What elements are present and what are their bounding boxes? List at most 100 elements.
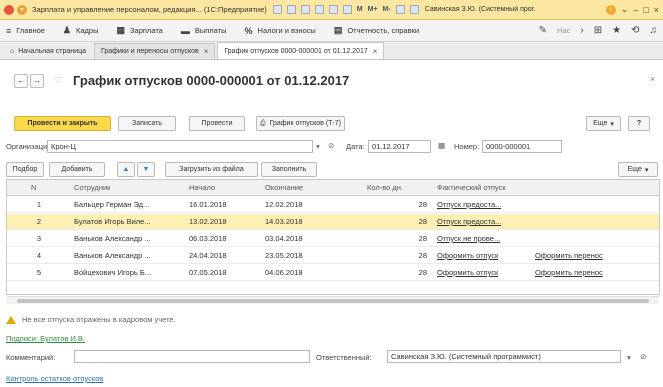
scrollbar-thumb[interactable] bbox=[17, 299, 649, 303]
search-menu[interactable]: Нас bbox=[557, 26, 570, 35]
column-actual-vacation[interactable]: Фактический отпуск bbox=[437, 180, 506, 196]
number-field[interactable]: 0000-000001 bbox=[482, 140, 562, 153]
column-days[interactable]: Кол-во дн. bbox=[367, 180, 403, 196]
column-end[interactable]: Окончание bbox=[265, 180, 303, 196]
actual-vacation-link[interactable]: Отпуск предоста... bbox=[437, 214, 501, 230]
dropdown-icon[interactable]: ▾ bbox=[627, 353, 631, 362]
close-icon[interactable]: × bbox=[654, 5, 659, 15]
tool-icon[interactable] bbox=[300, 5, 310, 14]
minimize-icon[interactable]: – bbox=[633, 5, 638, 15]
memory-button[interactable]: M bbox=[357, 6, 363, 13]
vacation-balance-link[interactable]: Контроль остатков отпусков bbox=[6, 374, 103, 383]
table-row[interactable]: 2 Булатов Игорь Виле... 13.02.2018 14.03… bbox=[7, 214, 659, 230]
all-functions-icon[interactable]: ⊞ bbox=[594, 25, 602, 36]
tool-icon[interactable] bbox=[342, 5, 352, 14]
forward-button[interactable]: → bbox=[30, 74, 44, 88]
chevron-right-icon[interactable]: › bbox=[580, 25, 583, 36]
post-and-close-button[interactable]: Провести и закрыть bbox=[14, 116, 111, 131]
select-button[interactable]: Подбор bbox=[6, 162, 44, 177]
calendar-icon[interactable]: ▦ bbox=[438, 141, 445, 150]
menu-item-main[interactable]: ≡ Главное bbox=[6, 26, 45, 36]
menu-item-taxes[interactable]: % Налоги и взносы bbox=[245, 26, 316, 36]
fill-button[interactable]: Заполнить bbox=[261, 162, 317, 177]
open-link-icon[interactable]: ⊘ bbox=[640, 352, 646, 361]
close-icon[interactable]: × bbox=[650, 74, 655, 84]
signatures-link[interactable]: Подписи: Булатов И.В. bbox=[6, 334, 85, 343]
table-row[interactable]: 3 Ваньков Александр ... 06.03.2018 03.04… bbox=[7, 231, 659, 247]
menu-item-payments[interactable]: ▬ Выплаты bbox=[181, 26, 227, 36]
comment-field[interactable] bbox=[74, 350, 310, 363]
history-icon[interactable]: ⟲ bbox=[631, 25, 639, 36]
column-start[interactable]: Начало bbox=[189, 180, 215, 196]
table-row[interactable]: 5 Войцехович Игорь Б... 07.05.2018 04.06… bbox=[7, 265, 659, 281]
transfer-link[interactable]: Оформить перенос bbox=[535, 265, 603, 281]
percent-icon: % bbox=[244, 25, 253, 36]
organization-field[interactable]: Крон-Ц bbox=[47, 140, 313, 153]
cell-days: 28 bbox=[418, 200, 427, 209]
menu-label: Кадры bbox=[76, 26, 99, 35]
tab-label: Графики и переносы отпусков bbox=[100, 48, 199, 55]
menu-item-salary[interactable]: ▦ Зарплата bbox=[116, 25, 162, 36]
table-more-button[interactable]: Еще ▾ bbox=[618, 162, 658, 177]
help-button[interactable]: ? bbox=[628, 116, 650, 131]
info-icon[interactable]: i bbox=[605, 4, 616, 15]
cell-employee: Ваньков Александр ... bbox=[74, 251, 151, 260]
tool-icon[interactable] bbox=[314, 5, 324, 14]
tool-icon[interactable] bbox=[286, 5, 296, 14]
notifications-icon[interactable]: ♫ bbox=[650, 25, 658, 36]
search-tool-icon[interactable] bbox=[395, 5, 405, 14]
responsible-field[interactable]: Савинская З.Ю. (Системный программист) bbox=[387, 350, 621, 363]
column-n[interactable]: N bbox=[31, 180, 36, 196]
favorites-icon[interactable]: ★ bbox=[612, 25, 621, 36]
actual-vacation-link[interactable]: Отпуск не прове... bbox=[437, 231, 500, 247]
dropdown-icon[interactable]: ▾ bbox=[316, 142, 320, 151]
print-t7-button[interactable]: ⎙ График отпусков (Т-7) bbox=[256, 116, 345, 131]
table-header: N Сотрудник Начало Окончание Кол-во дн. … bbox=[7, 180, 659, 196]
table-row[interactable]: 1 Бальцер Герман Эд... 16.01.2018 12.02.… bbox=[7, 197, 659, 213]
close-icon[interactable]: × bbox=[204, 47, 209, 56]
add-button[interactable]: Добавить bbox=[49, 162, 105, 177]
menu-label: Главное bbox=[16, 26, 45, 35]
actual-vacation-link[interactable]: Отпуск предоста... bbox=[437, 197, 501, 213]
people-icon: ♟ bbox=[62, 25, 71, 35]
table-row[interactable]: 4 Ваньков Александр ... 24.04.2018 23.05… bbox=[7, 248, 659, 264]
tool-icon[interactable] bbox=[272, 5, 282, 14]
move-down-icon[interactable]: ▼ bbox=[137, 162, 155, 177]
menu-item-staff[interactable]: ♟ Кадры bbox=[63, 25, 99, 36]
chevron-down-icon[interactable]: ⌄ bbox=[621, 4, 629, 15]
page-title: График отпусков 0000-000001 от 01.12.201… bbox=[73, 73, 350, 88]
cell-employee: Булатов Игорь Виле... bbox=[74, 217, 151, 226]
horizontal-scrollbar[interactable] bbox=[7, 296, 659, 304]
transfer-link[interactable]: Оформить перенос bbox=[535, 248, 603, 264]
tab-vacation-schedule-doc[interactable]: График отпусков 0000-000001 от 01.12.201… bbox=[217, 42, 385, 59]
panel-tool-icon[interactable] bbox=[409, 5, 419, 14]
close-icon[interactable]: × bbox=[373, 47, 378, 56]
load-from-file-button[interactable]: Загрузить из файла bbox=[165, 162, 258, 177]
favorite-star-icon[interactable]: ☆ bbox=[53, 72, 64, 86]
maximize-icon[interactable]: □ bbox=[643, 5, 648, 15]
actual-vacation-link[interactable]: Оформить отпуск bbox=[437, 248, 498, 264]
tab-vacation-schedules[interactable]: Графики и переносы отпусков × bbox=[93, 43, 216, 59]
cell-start: 13.02.2018 bbox=[189, 217, 227, 226]
date-field[interactable]: 01.12.2017 bbox=[368, 140, 431, 153]
move-up-icon[interactable]: ▲ bbox=[117, 162, 135, 177]
tool-icon[interactable] bbox=[328, 5, 338, 14]
cell-start: 06.03.2018 bbox=[189, 234, 227, 243]
cell-days: 28 bbox=[418, 217, 427, 226]
column-employee[interactable]: Сотрудник bbox=[74, 180, 110, 196]
post-button[interactable]: Провести bbox=[189, 116, 245, 131]
button-label: Еще bbox=[593, 120, 608, 127]
vacation-table: N Сотрудник Начало Окончание Кол-во дн. … bbox=[6, 179, 660, 295]
actual-vacation-link[interactable]: Оформить отпуск bbox=[437, 265, 498, 281]
wrench-icon[interactable]: ✎ bbox=[539, 25, 547, 36]
back-button[interactable]: ← bbox=[14, 74, 28, 88]
memory-minus-button[interactable]: M- bbox=[383, 6, 391, 13]
main-menu-icon[interactable]: ▾ bbox=[17, 4, 27, 15]
tab-home[interactable]: ⌂ Начальная страница bbox=[4, 43, 92, 59]
warning-message: Не все отпуска отражены в кадровом учете… bbox=[6, 315, 176, 324]
save-button[interactable]: Записать bbox=[118, 116, 176, 131]
open-link-icon[interactable]: ⊘ bbox=[328, 141, 334, 150]
more-button[interactable]: Еще ▾ bbox=[586, 116, 621, 131]
memory-plus-button[interactable]: M+ bbox=[368, 6, 378, 13]
menu-item-reports[interactable]: ▤ Отчетность, справки bbox=[334, 25, 419, 36]
